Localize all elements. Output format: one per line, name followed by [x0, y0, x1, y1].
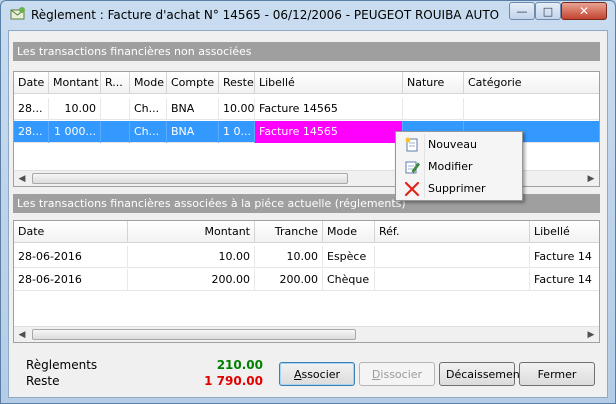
col-header-montant[interactable]: Montant	[128, 221, 255, 243]
scrollbar-thumb[interactable]	[32, 173, 348, 184]
associer-button[interactable]: Associer	[279, 362, 355, 386]
cell-montant: 1 000...	[49, 121, 101, 143]
cell-mode: Chèque	[323, 269, 375, 291]
cell-montant: 10.00	[128, 246, 255, 268]
cell-mode: Ch...	[130, 98, 167, 120]
cell-compte: BNA	[167, 98, 219, 120]
minimize-icon: —	[516, 4, 528, 18]
reglements-value: 210.00	[216, 358, 263, 372]
reste-value: 1 790.00	[204, 374, 263, 388]
cell-date: 28...	[14, 121, 49, 143]
cell-date: 28-06-2016	[14, 269, 128, 291]
cell-nature	[403, 98, 464, 120]
scroll-right-icon[interactable]: ▶	[583, 171, 599, 186]
scroll-right-icon[interactable]: ▶	[583, 327, 599, 342]
maximize-icon: □	[542, 4, 554, 18]
maximize-button[interactable]: □	[535, 2, 561, 20]
cell-reste: 1 0...	[219, 121, 255, 143]
new-document-icon	[405, 137, 418, 152]
cell-libelle: Facture 14565	[255, 121, 403, 143]
close-icon: ✕	[578, 4, 590, 18]
col-header-libelle[interactable]: Libellé	[530, 221, 599, 243]
col-header-reste[interactable]: Reste	[219, 72, 255, 94]
col-header-categorie[interactable]: Catégorie	[464, 72, 599, 94]
table-row[interactable]: 28-06-2016 200.00 200.00 Chèque Facture …	[14, 269, 599, 291]
reste-label: Reste	[26, 374, 60, 388]
grid-header: Date Montant Tranche Mode Réf. Libellé	[14, 221, 599, 243]
cell-ref	[375, 246, 530, 268]
cell-ref	[375, 269, 530, 291]
cell-r	[101, 98, 130, 120]
dialog-window: Règlement : Facture d'achat N° 14565 - 0…	[0, 0, 616, 404]
cell-categorie	[464, 98, 599, 120]
unassociated-section-header: Les transactions financières non associé…	[13, 42, 600, 61]
cell-tranche: 200.00	[255, 269, 323, 291]
col-header-montant[interactable]: Montant	[49, 72, 101, 94]
minimize-button[interactable]: —	[509, 2, 535, 20]
table-row[interactable]: 28... 10.00 Ch... BNA 10.00 Facture 1456…	[14, 98, 599, 120]
scroll-left-icon[interactable]: ◀	[14, 327, 30, 342]
grid-header: Date Montant R... Mode Compte Reste Libe…	[14, 72, 599, 94]
cell-montant: 200.00	[128, 269, 255, 291]
col-header-mode[interactable]: Mode	[130, 72, 167, 94]
col-header-libelle[interactable]: Libellé	[255, 72, 403, 94]
context-menu: Nouveau Modifier Supprimer	[395, 131, 523, 201]
menu-item-supprimer[interactable]: Supprimer	[398, 178, 520, 200]
cell-tranche: 10.00	[255, 246, 323, 268]
cell-libelle: Facture 14565	[255, 98, 403, 120]
decaissement-button[interactable]: Décaissement	[439, 362, 524, 386]
title-bar: Règlement : Facture d'achat N° 14565 - 0…	[1, 1, 615, 29]
col-header-r[interactable]: R...	[101, 72, 130, 94]
menu-item-label: Supprimer	[428, 182, 486, 195]
cell-date: 28...	[14, 98, 49, 120]
fermer-button[interactable]: Fermer	[519, 362, 595, 386]
app-icon	[10, 7, 25, 20]
cell-date: 28-06-2016	[14, 246, 128, 268]
cell-compte: BNA	[167, 121, 219, 143]
reglements-label: Règlements	[26, 358, 98, 372]
window-title: Règlement : Facture d'achat N° 14565 - 0…	[31, 8, 500, 22]
cell-mode: Espèce	[323, 246, 375, 268]
col-header-mode[interactable]: Mode	[323, 221, 375, 243]
cell-r	[101, 121, 130, 143]
delete-x-icon	[404, 181, 420, 197]
col-header-tranche[interactable]: Tranche	[255, 221, 323, 243]
horizontal-scrollbar[interactable]: ◀ ▶	[14, 326, 599, 342]
cell-libelle: Facture 14	[530, 246, 599, 268]
col-header-date[interactable]: Date	[14, 221, 128, 243]
dissocier-button[interactable]: Dissocier	[359, 362, 435, 386]
cell-montant: 10.00	[49, 98, 101, 120]
menu-item-label: Nouveau	[428, 138, 477, 151]
edit-icon	[405, 161, 420, 174]
cell-mode: Ch...	[130, 121, 167, 143]
col-header-date[interactable]: Date	[14, 72, 49, 94]
menu-item-label: Modifier	[428, 160, 473, 173]
cell-libelle: Facture 14	[530, 269, 599, 291]
scroll-left-icon[interactable]: ◀	[14, 171, 30, 186]
col-header-compte[interactable]: Compte	[167, 72, 219, 94]
scrollbar-thumb[interactable]	[32, 329, 356, 340]
col-header-ref[interactable]: Réf.	[375, 221, 530, 243]
menu-item-modifier[interactable]: Modifier	[398, 156, 520, 178]
col-header-nature[interactable]: Nature	[403, 72, 464, 94]
close-button[interactable]: ✕	[561, 2, 607, 20]
associated-transactions-grid[interactable]: Date Montant Tranche Mode Réf. Libellé 2…	[13, 220, 600, 343]
menu-item-nouveau[interactable]: Nouveau	[398, 134, 520, 156]
table-row[interactable]: 28-06-2016 10.00 10.00 Espèce Facture 14	[14, 246, 599, 268]
cell-reste: 10.00	[219, 98, 255, 120]
